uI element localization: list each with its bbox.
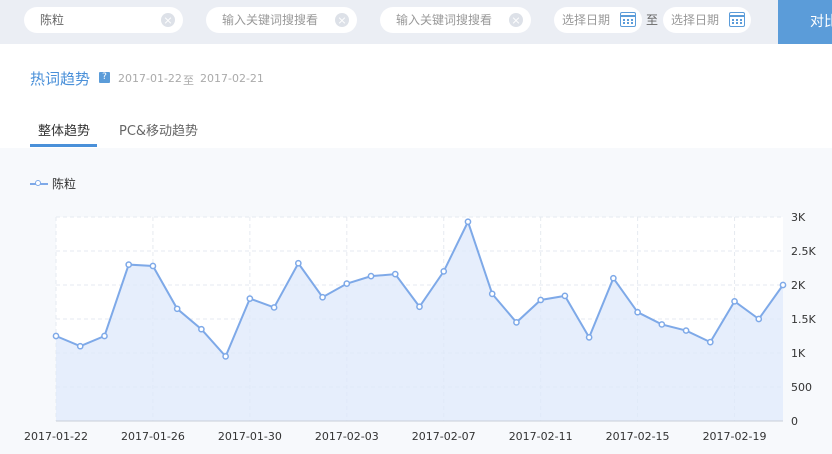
data-point — [391, 270, 399, 278]
data-point — [731, 297, 738, 305]
x-tick-label: 2017-01-22 — [24, 430, 88, 443]
data-point — [367, 272, 375, 280]
x-tick-label: 2017-02-07 — [412, 430, 476, 443]
x-tick-label: 2017-01-26 — [121, 430, 185, 443]
data-point — [222, 353, 229, 360]
data-point — [561, 292, 569, 300]
data-point — [610, 274, 617, 282]
data-point — [76, 342, 84, 350]
data-point — [246, 295, 254, 302]
data-point — [149, 262, 157, 270]
x-tick-label: 2017-02-03 — [315, 430, 379, 443]
data-point — [440, 268, 448, 275]
data-point — [125, 261, 133, 268]
y-tick-label: 1.5K — [791, 313, 816, 326]
data-point — [173, 305, 181, 313]
y-tick-label: 0 — [791, 415, 798, 428]
data-point — [488, 290, 496, 298]
data-point — [537, 296, 545, 304]
data-point — [706, 338, 714, 346]
x-tick-label: 2017-02-11 — [509, 430, 573, 443]
data-point — [101, 332, 108, 340]
data-point — [416, 303, 423, 311]
data-point — [270, 304, 278, 311]
data-point — [658, 321, 666, 328]
y-tick-label: 500 — [791, 381, 812, 394]
data-point — [52, 332, 60, 340]
y-tick-label: 3K — [791, 211, 806, 224]
data-point — [464, 218, 472, 226]
y-tick-label: 2.5K — [791, 245, 816, 258]
data-point — [585, 334, 593, 341]
y-tick-label: 1K — [791, 347, 806, 360]
data-point — [343, 280, 351, 287]
data-point — [294, 259, 302, 267]
data-point — [779, 281, 787, 289]
data-point — [634, 308, 641, 316]
trend-chart: 0 500 1K 1.5K 2K 2.5K 3K 2017-01-22 2017-01-26 20… — [24, 211, 816, 443]
data-point — [682, 327, 690, 334]
data-point — [755, 315, 763, 323]
y-tick-label: 2K — [791, 279, 806, 292]
x-tick-label: 2017-02-19 — [703, 430, 767, 443]
data-point — [319, 293, 326, 301]
x-tick-label: 2017-02-15 — [606, 430, 670, 443]
data-point — [513, 319, 520, 326]
x-tick-label: 2017-01-30 — [218, 430, 282, 443]
data-point — [198, 325, 205, 333]
